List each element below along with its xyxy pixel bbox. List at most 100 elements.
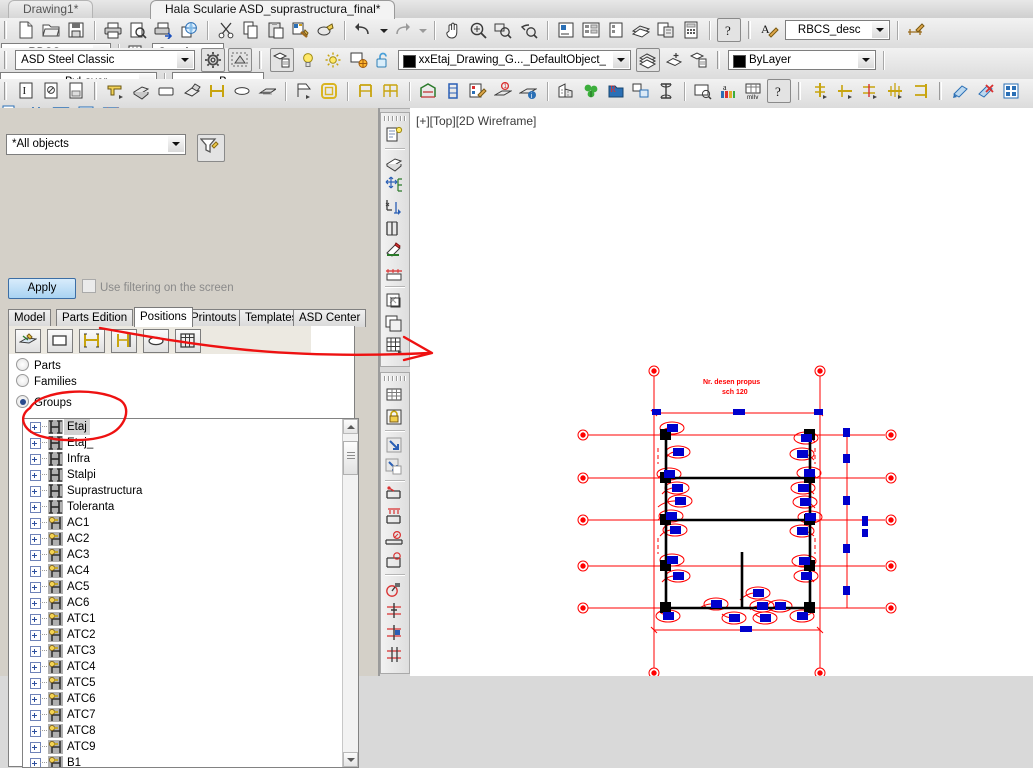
portal-frame-icon[interactable] — [417, 80, 439, 102]
move-copy-icon[interactable] — [383, 174, 407, 196]
delete-drawing-icon[interactable] — [975, 80, 997, 102]
match-properties-icon[interactable] — [290, 19, 312, 41]
explorer-icon[interactable] — [655, 80, 677, 102]
drawing-style-icon[interactable] — [630, 80, 652, 102]
drawing-canvas[interactable]: [+][Top][2D Wireframe] Nr. desen propus … — [410, 108, 1033, 676]
toolbar-grip-connections[interactable] — [797, 81, 804, 101]
layer-combo[interactable]: xxEtaj_Drawing_G..._DefaultObject_ — [397, 50, 631, 70]
tab-printouts[interactable]: Printouts — [185, 309, 243, 327]
end-plate-icon[interactable] — [910, 80, 932, 102]
tree-item-toleranta[interactable]: Toleranta — [23, 499, 358, 515]
tree-item-ac5[interactable]: AC5 — [23, 579, 358, 595]
tab-parts-edition[interactable]: Parts Edition — [56, 309, 134, 327]
tree-item-atc5[interactable]: ATC5 — [23, 675, 358, 691]
redo-icon[interactable] — [391, 19, 413, 41]
copy-view2-icon[interactable] — [383, 312, 407, 334]
tree-item-stalpi[interactable]: Stalpi — [23, 467, 358, 483]
expand-icon[interactable] — [30, 566, 41, 577]
tree-item-etaj[interactable]: Etaj — [23, 419, 358, 435]
sun-icon[interactable] — [322, 49, 344, 71]
radio-groups[interactable]: Groups — [16, 395, 72, 409]
tool-palettes-icon[interactable] — [605, 19, 627, 41]
paste-block-icon[interactable] — [315, 19, 337, 41]
filter-funnel-icon[interactable] — [197, 134, 226, 162]
beam-split2-icon[interactable] — [383, 622, 407, 644]
color-combo[interactable]: ByLayer — [727, 50, 876, 70]
zoom-previous-icon[interactable] — [518, 19, 540, 41]
table-icon[interactable] — [383, 384, 407, 406]
markup-icon[interactable] — [655, 19, 677, 41]
beam-split-icon[interactable] — [383, 600, 407, 622]
block-attribute-icon[interactable] — [40, 80, 62, 102]
chevron-down-icon[interactable] — [168, 136, 184, 152]
grid-object-icon[interactable] — [383, 334, 407, 356]
tree-scrollbar[interactable] — [342, 419, 358, 767]
splice-icon[interactable] — [859, 80, 881, 102]
bolt-pattern-icon[interactable] — [383, 578, 407, 600]
vertical-toolbar-grip[interactable] — [384, 114, 406, 122]
field-icon[interactable] — [65, 80, 87, 102]
expand-icon[interactable] — [30, 694, 41, 705]
expand-icon[interactable] — [30, 518, 41, 529]
calculator-icon[interactable] — [680, 19, 702, 41]
tab-asd-center[interactable]: ASD Center — [293, 309, 367, 327]
expand-icon[interactable] — [30, 742, 41, 753]
tree-item-etaj-[interactable]: Etaj_ — [23, 435, 358, 451]
object-filter-combo[interactable]: *All objects — [6, 134, 186, 155]
expand-icon[interactable] — [30, 678, 41, 689]
redo-dropdown-icon[interactable] — [416, 19, 428, 41]
tab-positions[interactable]: Positions — [134, 307, 193, 327]
layer-previous-icon[interactable] — [635, 48, 660, 72]
radio-button[interactable] — [16, 358, 29, 371]
drawing-process-icon[interactable] — [692, 80, 714, 102]
expand-icon[interactable] — [30, 710, 41, 721]
scroll-up-icon[interactable] — [343, 419, 358, 434]
unlock-icon[interactable] — [373, 49, 395, 71]
lightbulb-icon[interactable] — [297, 49, 319, 71]
scroll-down-icon[interactable] — [343, 752, 358, 767]
viewport-label[interactable]: [+][Top][2D Wireframe] — [416, 114, 536, 128]
plate-tool-icon[interactable] — [47, 329, 74, 353]
tab-model[interactable]: Model — [8, 309, 52, 327]
vertical-toolbar-grip[interactable] — [384, 374, 406, 382]
expand-icon[interactable] — [30, 630, 41, 641]
new-file-icon[interactable] — [15, 19, 37, 41]
chevron-down-icon[interactable] — [612, 52, 629, 68]
radio-button[interactable] — [16, 374, 29, 387]
print-icon[interactable] — [102, 19, 124, 41]
create-drawing-icon[interactable] — [950, 80, 972, 102]
list-icon[interactable]: mIIv — [742, 80, 764, 102]
text-style-combo[interactable]: RBCS_desc — [785, 20, 891, 40]
beam-anchor2-icon[interactable] — [383, 550, 407, 572]
tree-item-ac3[interactable]: AC3 — [23, 547, 358, 563]
checking-icon[interactable]: i — [517, 80, 539, 102]
beam-pair-icon[interactable] — [79, 329, 106, 353]
weld-icon[interactable] — [231, 80, 253, 102]
radio-button[interactable] — [16, 395, 29, 408]
tree-item-ac4[interactable]: AC4 — [23, 563, 358, 579]
dimension-line-icon[interactable] — [383, 262, 407, 284]
lock-icon[interactable] — [383, 406, 407, 428]
tree-item-ac2[interactable]: AC2 — [23, 531, 358, 547]
expand-icon[interactable] — [30, 662, 41, 673]
expand-icon[interactable] — [30, 614, 41, 625]
layer-states-icon[interactable] — [688, 49, 710, 71]
frame-icon[interactable] — [355, 80, 377, 102]
tree-item-suprastructura[interactable]: Suprastructura — [23, 483, 358, 499]
pan-icon[interactable] — [442, 19, 464, 41]
plate-create-icon[interactable] — [383, 152, 407, 174]
toolbar-grip[interactable] — [3, 50, 9, 70]
expand-icon[interactable] — [30, 470, 41, 481]
save-icon[interactable] — [65, 19, 87, 41]
properties-icon[interactable] — [555, 19, 577, 41]
freeze-viewport-icon[interactable] — [348, 49, 370, 71]
cut-icon[interactable] — [215, 19, 237, 41]
camera-icon[interactable]: R — [605, 80, 627, 102]
beam-single-icon[interactable] — [111, 329, 138, 353]
connection-vault-icon[interactable] — [293, 80, 315, 102]
tower-icon[interactable] — [442, 80, 464, 102]
stiffener-icon[interactable] — [884, 80, 906, 102]
use-filtering-checkbox[interactable]: Use filtering on the screen — [82, 279, 234, 294]
part-properties-icon[interactable] — [383, 124, 407, 146]
expand-icon[interactable] — [30, 646, 41, 657]
